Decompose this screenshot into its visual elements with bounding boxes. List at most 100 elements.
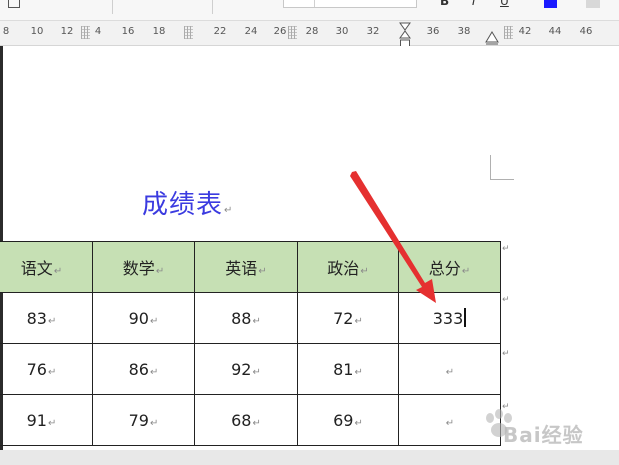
document-title[interactable]: 成绩表↵ — [142, 184, 233, 221]
table-cell[interactable]: 69↵ — [297, 394, 399, 446]
row-end-mark: ↵ — [502, 295, 510, 305]
cell-value: 83 — [26, 308, 47, 328]
cell-end-mark: ↵ — [252, 315, 261, 327]
cell-end-mark: ↵ — [258, 266, 267, 277]
toolbar-separator — [212, 0, 213, 14]
toolbar: B I U — [0, 0, 619, 21]
title-text: 成绩表 — [142, 190, 224, 220]
cell-end-mark: ↵ — [47, 366, 57, 378]
cell-end-mark: ↵ — [155, 266, 165, 277]
cell-value: 68 — [231, 410, 252, 430]
column-marker[interactable] — [288, 26, 297, 39]
bold-icon[interactable]: B — [440, 0, 449, 8]
cell-value: 81 — [333, 359, 354, 379]
table-cell[interactable]: 91↵ — [0, 394, 93, 446]
table-cell[interactable]: 86↵ — [92, 343, 195, 395]
table-cell[interactable]: 83↵ — [0, 292, 93, 344]
margin-corner-mark — [490, 155, 514, 180]
cell-end-mark: ↵ — [149, 417, 159, 429]
text-cursor — [464, 308, 467, 327]
ruler-number: 16 — [121, 26, 135, 37]
highlight-icon[interactable] — [586, 0, 600, 8]
cell-value: 69 — [333, 410, 354, 430]
cell-end-mark: ↵ — [354, 366, 363, 378]
table-cell[interactable]: 92↵ — [194, 343, 298, 395]
paragraph-mark: ↵ — [224, 205, 234, 216]
cell-end-mark: ↵ — [445, 366, 455, 378]
table-cell[interactable]: 76↵ — [0, 343, 93, 395]
cell-end-mark: ↵ — [252, 417, 261, 429]
cell-end-mark: ↵ — [461, 266, 471, 277]
table-cell[interactable]: 72↵ — [297, 292, 399, 344]
ruler-number: 44 — [548, 26, 562, 37]
cell-end-mark: ↵ — [360, 266, 369, 277]
table-row: 91↵ 79↵ 68↵ 69↵ ↵ — [0, 394, 501, 446]
cell-end-mark: ↵ — [149, 366, 159, 378]
header-text: 英语 — [225, 259, 258, 278]
cell-end-mark: ↵ — [149, 315, 159, 327]
cell-end-mark: ↵ — [47, 315, 57, 327]
ruler-number: 38 — [457, 26, 471, 37]
indent-marker-icon[interactable] — [399, 21, 411, 49]
cell-end-mark: ↵ — [252, 366, 261, 378]
cell-value: 72 — [333, 308, 354, 328]
horizontal-ruler[interactable]: 8 10 12 4 16 18 22 24 26 28 30 32 36 38 … — [0, 21, 619, 46]
cell-end-mark: ↵ — [47, 417, 57, 429]
column-marker[interactable] — [504, 26, 513, 39]
cell-value: 86 — [128, 359, 149, 379]
cell-value: 333 — [432, 309, 464, 328]
row-end-mark: ↵ — [502, 244, 510, 254]
table-cell[interactable]: 79↵ — [92, 394, 195, 446]
table-cell[interactable]: ↵ — [398, 343, 501, 395]
font-color-icon[interactable] — [544, 0, 557, 8]
right-indent-marker-icon[interactable] — [485, 31, 499, 45]
cell-end-mark: ↵ — [354, 315, 363, 327]
header-text: 数学 — [122, 259, 155, 278]
ruler-number: 32 — [366, 26, 380, 37]
header-text: 语文 — [20, 259, 53, 278]
cell-end-mark: ↵ — [53, 266, 63, 277]
grade-table[interactable]: 语文↵ 数学↵ 英语↵ 政治↵ 总分↵ 83↵ 90↵ 88↵ 72↵ 333 … — [0, 241, 501, 446]
total-cell-active[interactable]: 333 — [398, 292, 501, 344]
header-cell[interactable]: 数学↵ — [92, 241, 195, 293]
watermark-text: Bai经验 — [503, 423, 584, 447]
ruler-number: 28 — [305, 26, 319, 37]
ruler-number: 18 — [152, 26, 166, 37]
header-text: 政治 — [327, 259, 360, 278]
ruler-number: 10 — [30, 26, 44, 37]
table-header-row: 语文↵ 数学↵ 英语↵ 政治↵ 总分↵ — [0, 241, 501, 293]
row-end-mark: ↵ — [502, 349, 510, 359]
ruler-number: 12 — [60, 26, 74, 37]
cell-value: 76 — [26, 359, 47, 379]
column-marker[interactable] — [81, 26, 90, 39]
cell-value: 92 — [231, 359, 252, 379]
column-marker[interactable] — [184, 26, 193, 39]
ruler-number: 8 — [2, 26, 10, 37]
table-row: 76↵ 86↵ 92↵ 81↵ ↵ — [0, 343, 501, 395]
table-cell[interactable]: 68↵ — [194, 394, 298, 446]
cell-value: 91 — [26, 410, 47, 430]
ruler-number: 26 — [273, 26, 287, 37]
ruler-number: 22 — [213, 26, 227, 37]
underline-icon[interactable]: U — [500, 0, 509, 8]
page-gap — [0, 450, 619, 465]
italic-icon[interactable]: I — [472, 0, 476, 8]
cell-end-mark: ↵ — [354, 417, 363, 429]
cell-value: 79 — [128, 410, 149, 430]
header-cell[interactable]: 语文↵ — [0, 241, 93, 293]
ruler-number: 4 — [94, 26, 102, 37]
toolbar-separator — [112, 0, 113, 14]
header-cell[interactable]: 政治↵ — [297, 241, 399, 293]
font-size-dropdown[interactable] — [283, 0, 417, 8]
table-cell[interactable]: 90↵ — [92, 292, 195, 344]
header-cell[interactable]: 英语↵ — [194, 241, 298, 293]
header-text: 总分 — [428, 259, 461, 278]
cell-value: 90 — [128, 308, 149, 328]
table-grid-icon[interactable] — [8, 0, 20, 8]
ruler-number: 24 — [244, 26, 258, 37]
ruler-number: 46 — [579, 26, 593, 37]
table-cell[interactable]: 81↵ — [297, 343, 399, 395]
header-cell[interactable]: 总分↵ — [398, 241, 501, 293]
table-cell[interactable]: 88↵ — [194, 292, 298, 344]
ruler-number: 30 — [335, 26, 349, 37]
